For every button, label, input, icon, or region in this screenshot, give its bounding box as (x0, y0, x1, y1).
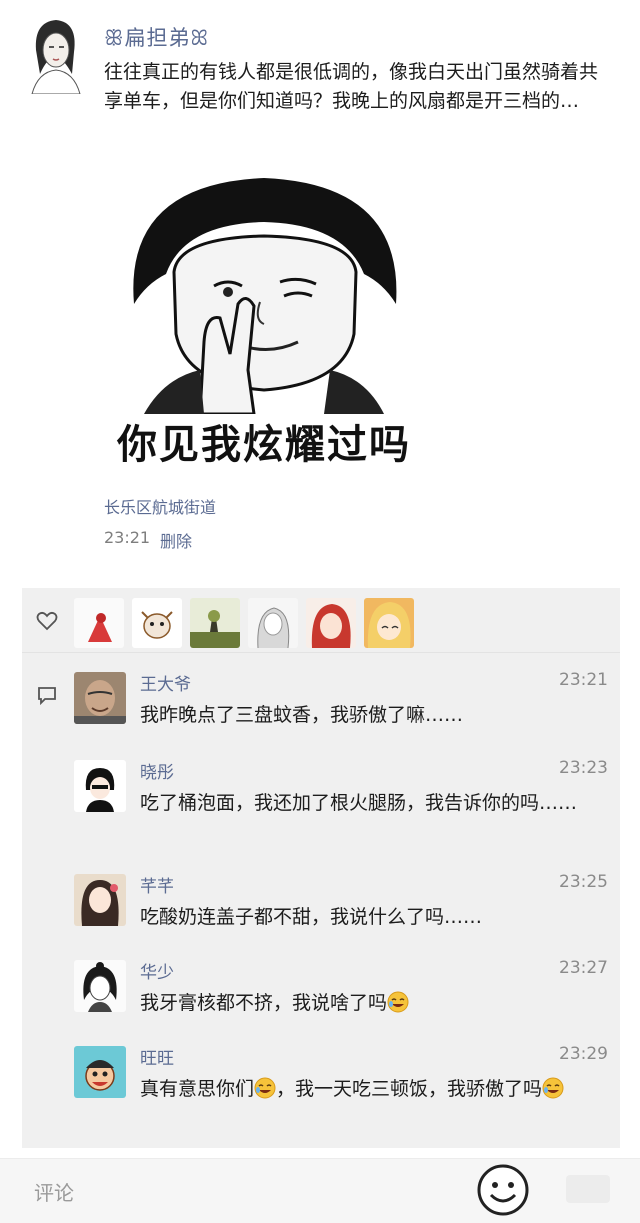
laughing-emoji-icon (254, 1077, 276, 1099)
comment-text: 我昨晚点了三盘蚊香，我骄傲了嘛…… (140, 704, 464, 726)
comment-icon (38, 687, 56, 706)
commenter-avatar[interactable] (74, 960, 126, 1012)
commenter-name[interactable]: 华少 (140, 958, 174, 983)
like-avatar-sketch-girl[interactable] (248, 598, 298, 648)
meme-caption: 你见我炫耀过吗 (117, 422, 411, 468)
post-location[interactable]: 长乐区航城街道 (104, 494, 216, 518)
likes-and-comments-panel: 王大爷 23:21 我昨晚点了三盘蚊香，我骄傲了嘛…… 晓彤 23:23 吃了桶… (22, 588, 620, 1148)
post-author-name[interactable]: ꕥ扁担弟ꕤ (104, 22, 209, 52)
comment-time: 23:23 (559, 758, 608, 778)
like-avatar-red-hair-girl[interactable] (306, 598, 356, 648)
comment-item: 王大爷 23:21 我昨晚点了三盘蚊香，我骄傲了嘛…… (74, 670, 614, 752)
like-avatar-bird[interactable] (74, 598, 124, 648)
comment-item: 旺旺 23:29 真有意思你们 ，我一天吃三顿饭，我骄傲了吗 (74, 1044, 614, 1146)
comment-time: 23:25 (559, 872, 608, 892)
delete-post-button[interactable]: 删除 (160, 528, 192, 552)
emoji-picker-button[interactable] (476, 1163, 530, 1217)
likes-row (22, 588, 620, 653)
comment-item: 芊芊 23:25 吃酸奶连盖子都不甜，我说什么了吗…… (74, 872, 614, 954)
comment-time: 23:29 (559, 1044, 608, 1064)
comment-input[interactable]: 评论 (34, 1177, 74, 1206)
commenter-avatar[interactable] (74, 1046, 126, 1098)
comment-text-part: 我牙膏核都不挤，我说啥了吗 (140, 992, 388, 1014)
comment-text-part: 真有意思你们 (140, 1078, 255, 1100)
comment-text: 吃了桶泡面，我还加了根火腿肠，我告诉你的吗…… (140, 792, 578, 814)
comment-item: 晓彤 23:23 吃了桶泡面，我还加了根火腿肠，我告诉你的吗…… (74, 758, 614, 860)
post-time: 23:21 (104, 528, 151, 547)
commenter-name[interactable]: 晓彤 (140, 758, 174, 783)
like-avatar-cartoon-cow[interactable] (132, 598, 182, 648)
commenter-avatar[interactable] (74, 874, 126, 926)
post-meme-image[interactable]: 你见我炫耀过吗 (104, 164, 424, 488)
commenter-name[interactable]: 王大爷 (140, 670, 191, 695)
comment-time: 23:21 (559, 670, 608, 690)
like-avatar-blonde-girl[interactable] (364, 598, 414, 648)
comment-text-part: ，我一天吃三顿饭，我骄傲了吗 (276, 1078, 543, 1100)
post-author-avatar[interactable] (22, 14, 88, 95)
comment-input-bar: 评论 (0, 1158, 640, 1223)
laughing-emoji-icon (542, 1077, 564, 1099)
post-text: 往往真正的有钱人都是很低调的，像我白天出门虽然骑着共享单车，但是你们知道吗？我晚… (104, 61, 599, 112)
comment-text: 我牙膏核都不挤，我说啥了吗 (140, 988, 590, 1018)
comment-item: 华少 23:27 我牙膏核都不挤，我说啥了吗 (74, 958, 614, 1040)
commenter-avatar[interactable] (74, 760, 126, 812)
comment-text: 真有意思你们 ，我一天吃三顿饭，我骄傲了吗 (140, 1074, 590, 1104)
commenter-name[interactable]: 旺旺 (140, 1044, 174, 1069)
like-avatar-landscape[interactable] (190, 598, 240, 648)
send-button-area[interactable] (566, 1175, 610, 1203)
comment-time: 23:27 (559, 958, 608, 978)
heart-icon (36, 611, 58, 631)
laughing-emoji-icon (387, 991, 409, 1013)
comment-text: 吃酸奶连盖子都不甜，我说什么了吗…… (140, 906, 483, 928)
commenter-name[interactable]: 芊芊 (140, 872, 174, 897)
commenter-avatar[interactable] (74, 672, 126, 724)
